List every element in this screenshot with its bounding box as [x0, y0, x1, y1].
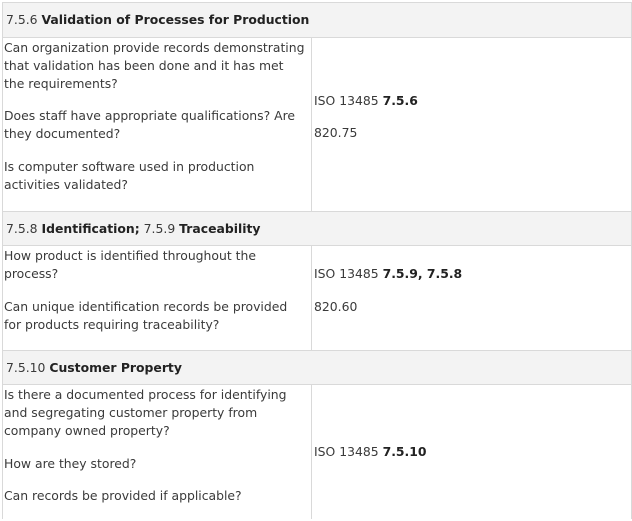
reference-regulation: 820.75	[314, 125, 358, 140]
section-header-7-5-6: 7.5.6 Validation of Processes for Produc…	[3, 2, 631, 38]
audit-checklist-table: 7.5.6 Validation of Processes for Produc…	[2, 2, 632, 519]
section-number: 7.5.8	[6, 220, 38, 236]
reference-standard: ISO 13485 7.5.6	[314, 93, 418, 108]
section-row-7-5-6: Can organization provide records demonst…	[3, 38, 631, 211]
reference-regulation: 820.60	[314, 299, 358, 314]
section-number: 7.5.10	[6, 359, 46, 375]
questions-cell: Can organization provide records demonst…	[3, 38, 312, 211]
question-text: How product is identified throughout the…	[4, 248, 256, 281]
question-text: Can organization provide records demonst…	[4, 40, 305, 91]
section-title: Customer Property	[49, 359, 182, 375]
section-row-7-5-10: Is there a documented process for identi…	[3, 385, 631, 519]
section-row-7-5-8: How product is identified throughout the…	[3, 246, 631, 350]
question-text: Is there a documented process for identi…	[4, 387, 287, 438]
questions-cell: Is there a documented process for identi…	[3, 385, 312, 519]
section-title: Validation of Processes for Production	[41, 12, 310, 27]
section-header-7-5-10: 7.5.10 Customer Property	[3, 350, 631, 385]
reference-standard: ISO 13485 7.5.9, 7.5.8	[314, 266, 463, 281]
section-number: 7.5.6	[6, 12, 38, 27]
question-text: Is computer software used in production …	[4, 159, 255, 192]
section-title: Identification;	[41, 220, 140, 236]
section-title: Traceability	[179, 220, 261, 236]
question-text: How are they stored?	[4, 456, 137, 471]
question-text: Does staff have appropriate qualificatio…	[4, 108, 296, 141]
reference-cell: ISO 13485 7.5.6 820.75	[312, 38, 631, 211]
question-text: Can records be provided if applicable?	[4, 488, 242, 503]
reference-cell: ISO 13485 7.5.10	[312, 385, 631, 519]
questions-cell: How product is identified throughout the…	[3, 246, 312, 350]
reference-cell: ISO 13485 7.5.9, 7.5.8 820.60	[312, 246, 631, 350]
reference-standard: ISO 13485 7.5.10	[314, 444, 427, 459]
section-number: 7.5.9	[143, 220, 176, 236]
section-header-7-5-8: 7.5.8 Identification; 7.5.9 Traceability	[3, 211, 631, 246]
question-text: Can unique identification records be pro…	[4, 299, 288, 332]
